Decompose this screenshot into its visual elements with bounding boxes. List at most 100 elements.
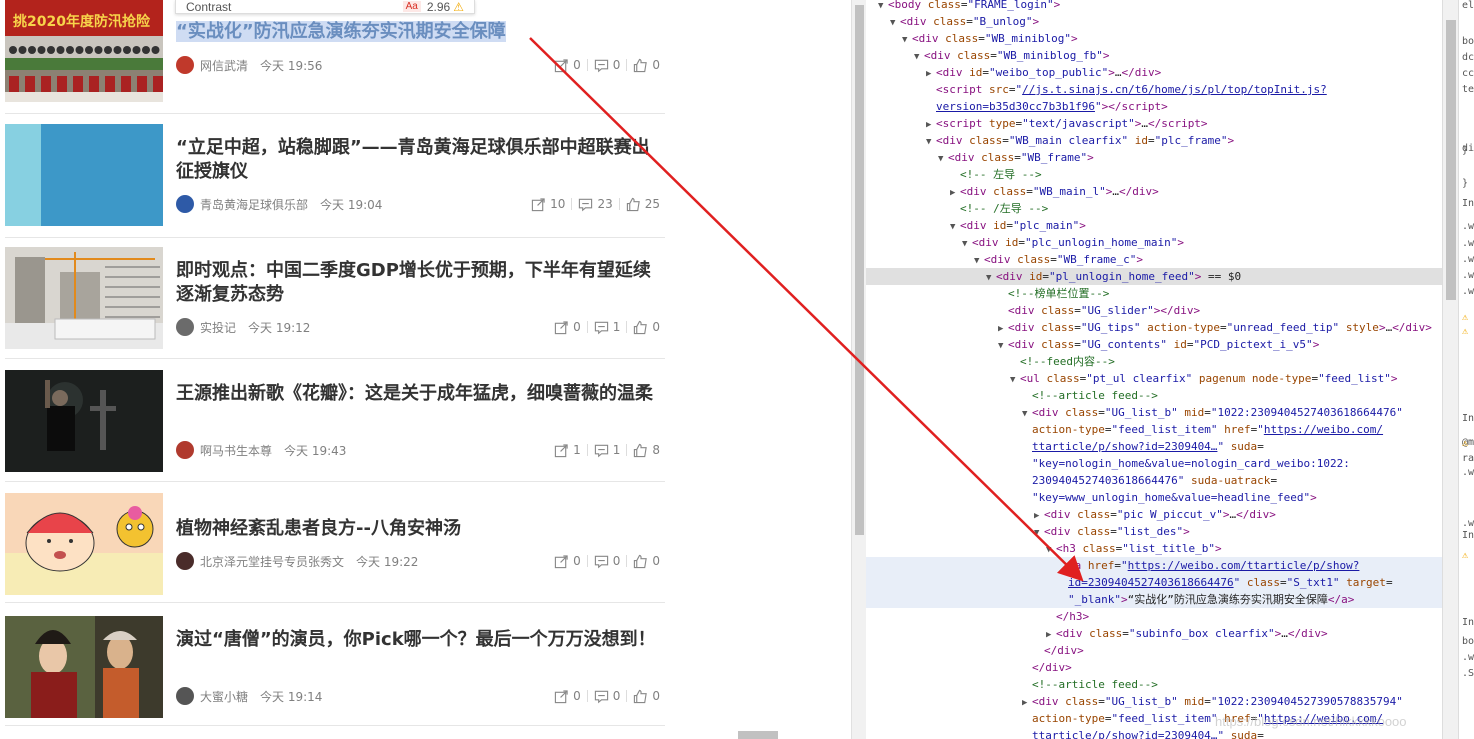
- dom-tree-node[interactable]: ▼ <h3 class="list_title_b">: [866, 540, 1442, 557]
- dom-tree-node[interactable]: "key=nologin_home&value=nologin_card_wei…: [866, 455, 1442, 472]
- dom-tree-node[interactable]: <!--article feed-->: [866, 676, 1442, 693]
- share-button[interactable]: 0: [548, 320, 587, 334]
- devtools-scrollbar[interactable]: [1442, 0, 1458, 739]
- feed-item[interactable]: 植物神经紊乱患者良方--八角安神汤 北京泽元堂挂号专员张秀文 今天 19:22 …: [5, 493, 665, 603]
- author-name[interactable]: 实投记: [200, 319, 236, 336]
- like-icon: [633, 443, 652, 458]
- dom-tree-node[interactable]: id=2309404527403618664476" class="S_txt1…: [866, 574, 1442, 591]
- author-name[interactable]: 北京泽元堂挂号专员张秀文: [200, 553, 344, 570]
- warning-icon: ⚠: [1462, 438, 1469, 449]
- author-avatar[interactable]: [176, 687, 194, 705]
- like-button[interactable]: 8: [626, 443, 666, 458]
- author-name[interactable]: 大蜜小糖: [200, 688, 248, 705]
- feed-title-link[interactable]: 即时观点：中国二季度GDP增长优于预期，下半年有望延续逐渐复苏态势: [176, 259, 666, 307]
- dom-tree-node[interactable]: ▶ <div class="WB_main_l">…</div>: [866, 183, 1442, 200]
- comment-button[interactable]: 0: [586, 689, 627, 703]
- author-avatar[interactable]: [176, 195, 194, 213]
- like-button[interactable]: 25: [618, 197, 666, 211]
- author-avatar[interactable]: [176, 56, 194, 74]
- comment-button[interactable]: 0: [586, 554, 627, 568]
- dom-tree-node[interactable]: ▼ <div class="WB_miniblog">: [866, 30, 1442, 47]
- dom-tree-node[interactable]: "_blank">“实战化”防汛应急演练夯实汛期安全保障</a>: [866, 591, 1442, 608]
- feed-title-link[interactable]: “立足中超，站稳脚跟”——青岛黄海足球俱乐部中超联赛出征授旗仪: [176, 136, 666, 184]
- dom-tree-node[interactable]: ▼ <div class="UG_list_b" mid="1022:230940…: [866, 404, 1442, 421]
- dom-tree-node[interactable]: ▶ <div class="UG_list_b" mid="1022:230940…: [866, 693, 1442, 710]
- comment-button[interactable]: 23: [571, 197, 618, 211]
- feed-title-link[interactable]: 王源推出新歌《花瓣》：这是关于成年猛虎，细嗅蔷薇的温柔: [176, 382, 666, 406]
- dom-tree-node[interactable]: <!--feed内容-->: [866, 353, 1442, 370]
- dom-tree-node[interactable]: 2309404527403618664476" suda-uatrack=: [866, 472, 1442, 489]
- comment-button[interactable]: 1: [586, 443, 627, 457]
- dom-tree-node[interactable]: ▶ <div class="UG_tips" action-type="unrea…: [866, 319, 1442, 336]
- feed-thumbnail[interactable]: [5, 247, 163, 349]
- page-scrollbar[interactable]: [851, 0, 866, 739]
- feed-thumbnail[interactable]: [5, 124, 163, 226]
- dom-tree-node[interactable]: ▼ <div class="B_unlog">: [866, 13, 1442, 30]
- share-button[interactable]: 0: [548, 554, 587, 568]
- feed-item[interactable]: 即时观点：中国二季度GDP增长优于预期，下半年有望延续逐渐复苏态势 实投记 今天…: [5, 247, 665, 359]
- dom-tree-node[interactable]: ▼ <div id="plc_unlogin_home_main">: [866, 234, 1442, 251]
- dom-tree-node[interactable]: ▼ <div id="plc_main">: [866, 217, 1442, 234]
- feed-title-link[interactable]: 演过“唐僧”的演员，你Pick哪一个？最后一个万万没想到！: [176, 628, 666, 652]
- comment-button[interactable]: 1: [586, 320, 627, 334]
- author-name[interactable]: 啊马书生本尊: [200, 442, 272, 459]
- feed-thumbnail[interactable]: [5, 370, 163, 472]
- dom-tree-node[interactable]: ▼ <ul class="pt_ul clearfix" pagenum node…: [866, 370, 1442, 387]
- dom-tree-node[interactable]: <script src="//js.t.sinajs.cn/t6/home/js…: [866, 81, 1442, 98]
- dom-tree-node[interactable]: ▶ <div id="weibo_top_public">…</div>: [866, 64, 1442, 81]
- dom-tree-node[interactable]: <!-- 左导 -->: [866, 166, 1442, 183]
- share-button[interactable]: 0: [548, 689, 587, 703]
- comment-button[interactable]: 0: [586, 58, 627, 72]
- feed-thumbnail[interactable]: [5, 616, 163, 718]
- author-name[interactable]: 网信武清: [200, 57, 248, 74]
- dom-tree-node[interactable]: version=b35d30cc7b3b1f96"></script>: [866, 98, 1442, 115]
- like-button[interactable]: 0: [626, 689, 666, 703]
- share-button[interactable]: 0: [548, 58, 587, 72]
- feed-thumbnail[interactable]: 挑2020年度防汛抢险: [5, 0, 163, 102]
- dom-tree-node[interactable]: ▶ <script type="text/javascript">…</scrip…: [866, 115, 1442, 132]
- dom-tree-node[interactable]: ▶ <div class="subinfo_box clearfix">…</di…: [866, 625, 1442, 642]
- share-button[interactable]: 10: [525, 197, 571, 211]
- dom-tree-node[interactable]: ▼ <div class="WB_miniblog_fb">: [866, 47, 1442, 64]
- dom-tree-node[interactable]: </h3>: [866, 608, 1442, 625]
- devtools-scrollbar-thumb[interactable]: [1446, 20, 1456, 300]
- styles-panel-fragment: .w: [1462, 221, 1474, 232]
- dom-tree-node[interactable]: <!--article feed-->: [866, 387, 1442, 404]
- author-avatar[interactable]: [176, 441, 194, 459]
- dom-tree-node[interactable]: <a href="https://weibo.com/ttarticle/p/s…: [866, 557, 1442, 574]
- feed-thumbnail[interactable]: [5, 493, 163, 595]
- feed-item[interactable]: 王源推出新歌《花瓣》：这是关于成年猛虎，细嗅蔷薇的温柔 啊马书生本尊 今天 19…: [5, 370, 665, 482]
- share-button[interactable]: 1: [548, 443, 587, 457]
- feed-title-link[interactable]: 植物神经紊乱患者良方--八角安神汤: [176, 517, 666, 541]
- dom-tree-node[interactable]: ▼ <div class="UG_contents" id="PCD_pictex…: [866, 336, 1442, 353]
- warning-icon: ⚠: [453, 0, 464, 14]
- like-button[interactable]: 0: [626, 58, 666, 72]
- dom-tree-node[interactable]: ▼ <div class="WB_main clearfix" id="plc_f…: [866, 132, 1442, 149]
- dom-tree-node[interactable]: ▼ <div class="list_des">: [866, 523, 1442, 540]
- dom-tree-node[interactable]: <div class="UG_slider"></div>: [866, 302, 1442, 319]
- dom-tree-node[interactable]: ttarticle/p/show?id=2309404…" suda=: [866, 438, 1442, 455]
- feed-item[interactable]: “立足中超，站稳脚跟”——青岛黄海足球俱乐部中超联赛出征授旗仪 青岛黄海足球俱乐…: [5, 124, 665, 238]
- dom-tree-node[interactable]: "key=www_unlogin_home&value=headline_fee…: [866, 489, 1442, 506]
- like-button[interactable]: 0: [626, 554, 666, 568]
- feed-item[interactable]: 演过“唐僧”的演员，你Pick哪一个？最后一个万万没想到！ 大蜜小糖 今天 19…: [5, 616, 665, 726]
- dom-tree-node[interactable]: </div>: [866, 642, 1442, 659]
- dom-tree-node[interactable]: ▶ <div class="pic W_piccut_v">…</div>: [866, 506, 1442, 523]
- feed-item[interactable]: 挑2020年度防汛抢险 “实战化”防汛应急演练夯实汛期安全保障 网信武清 今天 1…: [5, 0, 665, 114]
- dom-tree-node[interactable]: <!--榜单栏位置-->: [866, 285, 1442, 302]
- dom-tree-node[interactable]: ▼ <div id="pl_unlogin_home_feed"> == $0: [866, 268, 1442, 285]
- author-avatar[interactable]: [176, 318, 194, 336]
- author-name[interactable]: 青岛黄海足球俱乐部: [200, 196, 308, 213]
- horizontal-scrollbar-thumb[interactable]: [738, 731, 778, 739]
- dom-tree-node[interactable]: </div>: [866, 659, 1442, 676]
- author-avatar[interactable]: [176, 552, 194, 570]
- feed-title-link[interactable]: “实战化”防汛应急演练夯实汛期安全保障: [176, 20, 666, 44]
- styles-panel-fragment: el: [1462, 0, 1474, 11]
- dom-tree-node[interactable]: <!-- /左导 -->: [866, 200, 1442, 217]
- dom-tree-node[interactable]: ▼ <div class="WB_frame_c">: [866, 251, 1442, 268]
- page-scrollbar-thumb[interactable]: [855, 5, 864, 535]
- dom-tree-node[interactable]: ▼ <div class="WB_frame">: [866, 149, 1442, 166]
- like-button[interactable]: 0: [626, 320, 666, 334]
- dom-tree-node[interactable]: action-type="feed_list_item" href="https…: [866, 421, 1442, 438]
- dom-tree-node[interactable]: ▼ <body class="FRAME_login">: [866, 0, 1442, 13]
